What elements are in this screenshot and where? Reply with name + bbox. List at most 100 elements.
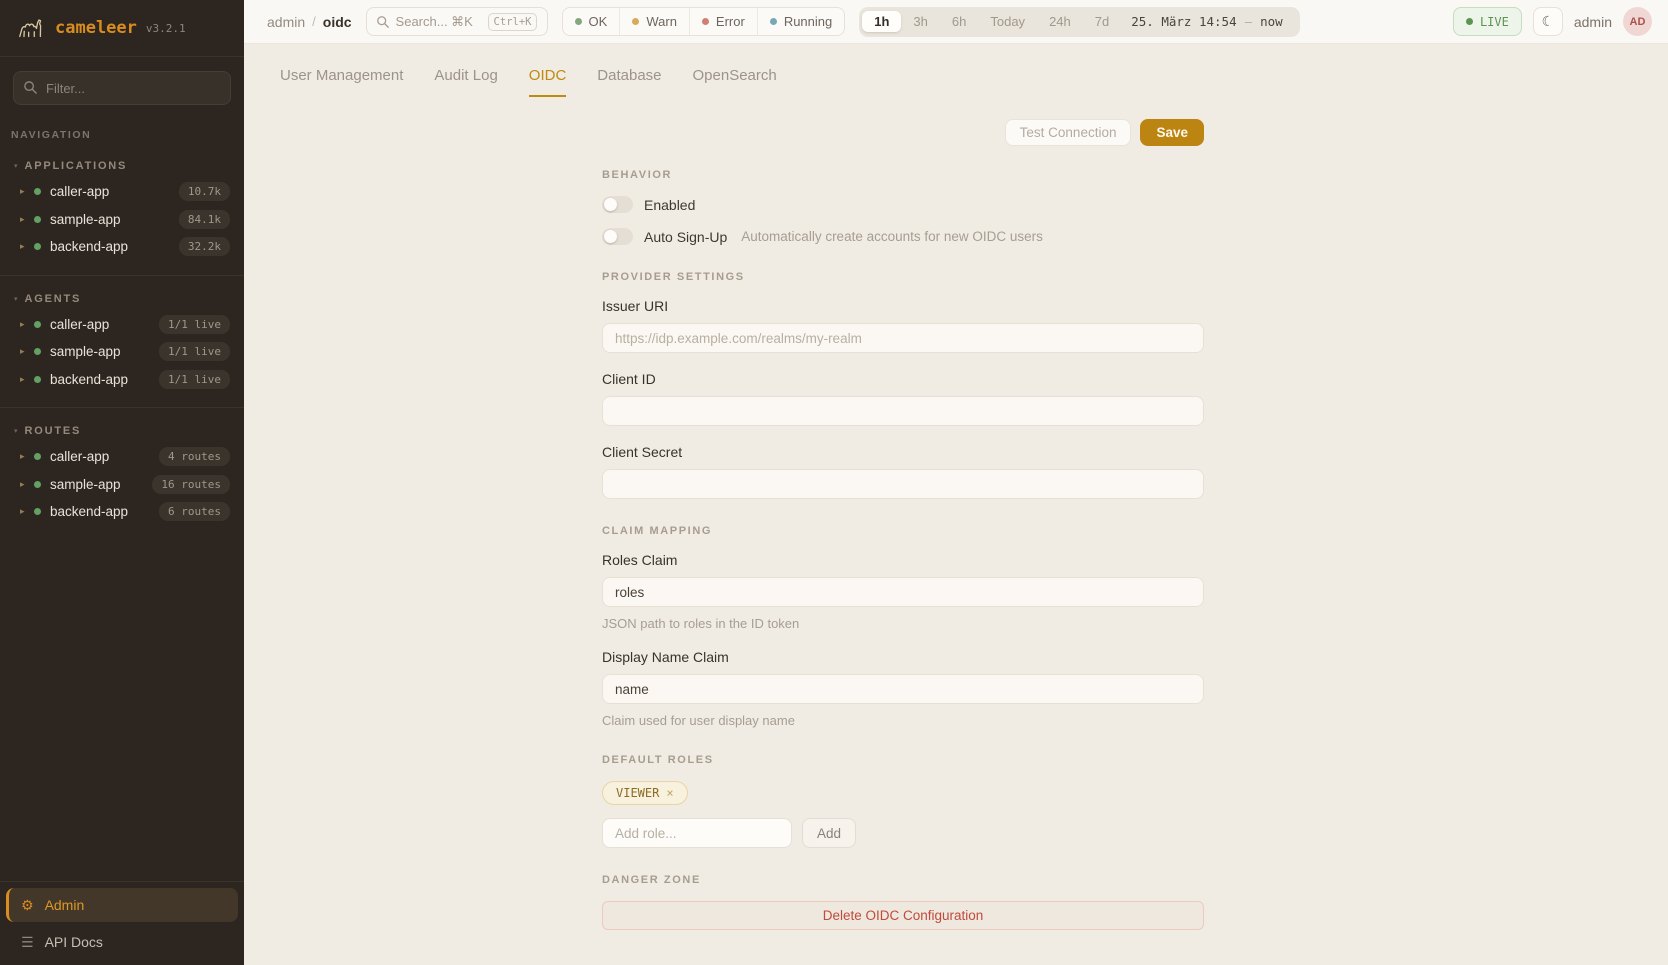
sidebar-item-api-docs[interactable]: ☰ API Docs [6, 925, 238, 959]
form-actions: Test Connection Save [602, 119, 1204, 146]
count-badge: 32.2k [179, 237, 230, 256]
time-range-24h[interactable]: 24h [1037, 11, 1083, 32]
section-agents[interactable]: ▾ AGENTS [0, 275, 244, 311]
sidebar-item-admin[interactable]: ⚙ Admin [6, 888, 238, 922]
display-name-claim-input[interactable] [602, 674, 1204, 704]
tab-audit-log[interactable]: Audit Log [434, 67, 497, 97]
chevron-right-icon: ▸ [20, 186, 34, 197]
topbar-right: LIVE ☾ admin AD [1453, 7, 1652, 36]
save-button[interactable]: Save [1140, 119, 1204, 146]
sidebar-item-app-sample[interactable]: ▸ sample-app 84.1k [0, 206, 244, 234]
chevron-right-icon: ▸ [20, 506, 34, 517]
enabled-label: Enabled [644, 197, 695, 213]
status-dot [34, 481, 41, 488]
status-dot [34, 188, 41, 195]
enabled-toggle[interactable] [602, 196, 633, 213]
user-name: admin [1574, 14, 1612, 30]
sidebar-item-app-caller[interactable]: ▸ caller-app 10.7k [0, 178, 244, 206]
tab-oidc[interactable]: OIDC [529, 67, 567, 97]
section-routes[interactable]: ▾ ROUTES [0, 407, 244, 443]
auto-signup-toggle-row: Auto Sign-Up Automatically create accoun… [602, 228, 1204, 245]
roles-claim-input[interactable] [602, 577, 1204, 607]
filter-input[interactable] [13, 71, 231, 105]
status-filter-error[interactable]: Error [690, 8, 758, 35]
caret-down-icon: ▾ [14, 427, 18, 435]
chevron-right-icon: ▸ [20, 319, 34, 330]
search-icon [23, 80, 38, 95]
time-range-today[interactable]: Today [978, 11, 1037, 32]
live-dot-icon [1466, 18, 1473, 25]
live-indicator[interactable]: LIVE [1453, 7, 1522, 36]
time-range-1h[interactable]: 1h [862, 11, 901, 32]
sidebar-item-app-backend[interactable]: ▸ backend-app 32.2k [0, 233, 244, 261]
chevron-right-icon: ▸ [20, 241, 34, 252]
tab-user-management[interactable]: User Management [280, 67, 403, 97]
routes-badge: 16 routes [152, 475, 230, 494]
tab-opensearch[interactable]: OpenSearch [693, 67, 777, 97]
tab-database[interactable]: Database [597, 67, 661, 97]
sidebar-footer: ⚙ Admin ☰ API Docs [0, 881, 244, 965]
gear-icon: ⚙ [21, 897, 34, 914]
status-dot [34, 508, 41, 515]
status-dot [34, 243, 41, 250]
status-filter-running[interactable]: Running [758, 8, 844, 35]
display-name-claim-hint: Claim used for user display name [602, 713, 1204, 728]
search-input[interactable] [396, 14, 482, 29]
chevron-right-icon: ▸ [20, 346, 34, 357]
sidebar-item-agent-sample[interactable]: ▸ sample-app 1/1 live [0, 338, 244, 366]
global-search[interactable]: Ctrl+K [366, 7, 548, 36]
sidebar-item-routes-caller[interactable]: ▸ caller-app 4 routes [0, 443, 244, 471]
client-id-label: Client ID [602, 371, 1204, 387]
section-applications[interactable]: ▾ APPLICATIONS [0, 147, 244, 178]
client-id-input[interactable] [602, 396, 1204, 426]
routes-badge: 4 routes [159, 447, 230, 466]
add-role-button[interactable]: Add [802, 818, 856, 848]
avatar[interactable]: AD [1623, 7, 1652, 36]
time-range-7d[interactable]: 7d [1083, 11, 1121, 32]
auto-signup-label: Auto Sign-Up [644, 229, 727, 245]
time-range-3h[interactable]: 3h [901, 11, 939, 32]
breadcrumb-separator: / [312, 14, 316, 29]
behavior-section-label: BEHAVIOR [602, 169, 1204, 181]
add-role-row: Add [602, 818, 1204, 848]
status-dot [34, 453, 41, 460]
remove-role-icon[interactable]: × [666, 786, 673, 800]
status-dot [34, 216, 41, 223]
navigation-label: NAVIGATION [0, 109, 244, 147]
theme-toggle-button[interactable]: ☾ [1533, 7, 1563, 36]
test-connection-button[interactable]: Test Connection [1005, 119, 1132, 146]
add-role-input[interactable] [602, 818, 792, 848]
auto-signup-toggle[interactable] [602, 228, 633, 245]
time-display: 25. März 14:54 — now [1121, 14, 1296, 29]
client-secret-input[interactable] [602, 469, 1204, 499]
role-chips: VIEWER × [602, 781, 1204, 805]
routes-badge: 6 routes [159, 502, 230, 521]
search-icon [376, 15, 390, 29]
claim-mapping-section-label: CLAIM MAPPING [602, 525, 1204, 537]
display-name-claim-label: Display Name Claim [602, 649, 1204, 665]
breadcrumb-parent[interactable]: admin [267, 14, 305, 30]
time-separator: — [1245, 14, 1253, 29]
status-dot [34, 348, 41, 355]
time-range-group: 1h 3h 6h Today 24h 7d 25. März 14:54 — n… [859, 7, 1299, 37]
running-dot-icon [770, 18, 777, 25]
warn-dot-icon [632, 18, 639, 25]
sidebar-spacer [0, 526, 244, 882]
chevron-right-icon: ▸ [20, 374, 34, 385]
status-filter-ok[interactable]: OK [563, 8, 621, 35]
brand-name: cameleer [55, 18, 137, 38]
status-dot [34, 376, 41, 383]
count-badge: 84.1k [179, 210, 230, 229]
sidebar-item-routes-sample[interactable]: ▸ sample-app 16 routes [0, 471, 244, 499]
time-range-6h[interactable]: 6h [940, 11, 978, 32]
provider-section-label: PROVIDER SETTINGS [602, 271, 1204, 283]
sidebar-item-routes-backend[interactable]: ▸ backend-app 6 routes [0, 498, 244, 526]
status-filter-warn[interactable]: Warn [620, 8, 690, 35]
sidebar-item-agent-caller[interactable]: ▸ caller-app 1/1 live [0, 311, 244, 339]
toggle-knob [604, 230, 617, 243]
issuer-uri-input[interactable] [602, 323, 1204, 353]
role-chip-viewer: VIEWER × [602, 781, 688, 805]
delete-oidc-configuration-button[interactable]: Delete OIDC Configuration [602, 901, 1204, 930]
sidebar-item-agent-backend[interactable]: ▸ backend-app 1/1 live [0, 366, 244, 394]
roles-claim-label: Roles Claim [602, 552, 1204, 568]
